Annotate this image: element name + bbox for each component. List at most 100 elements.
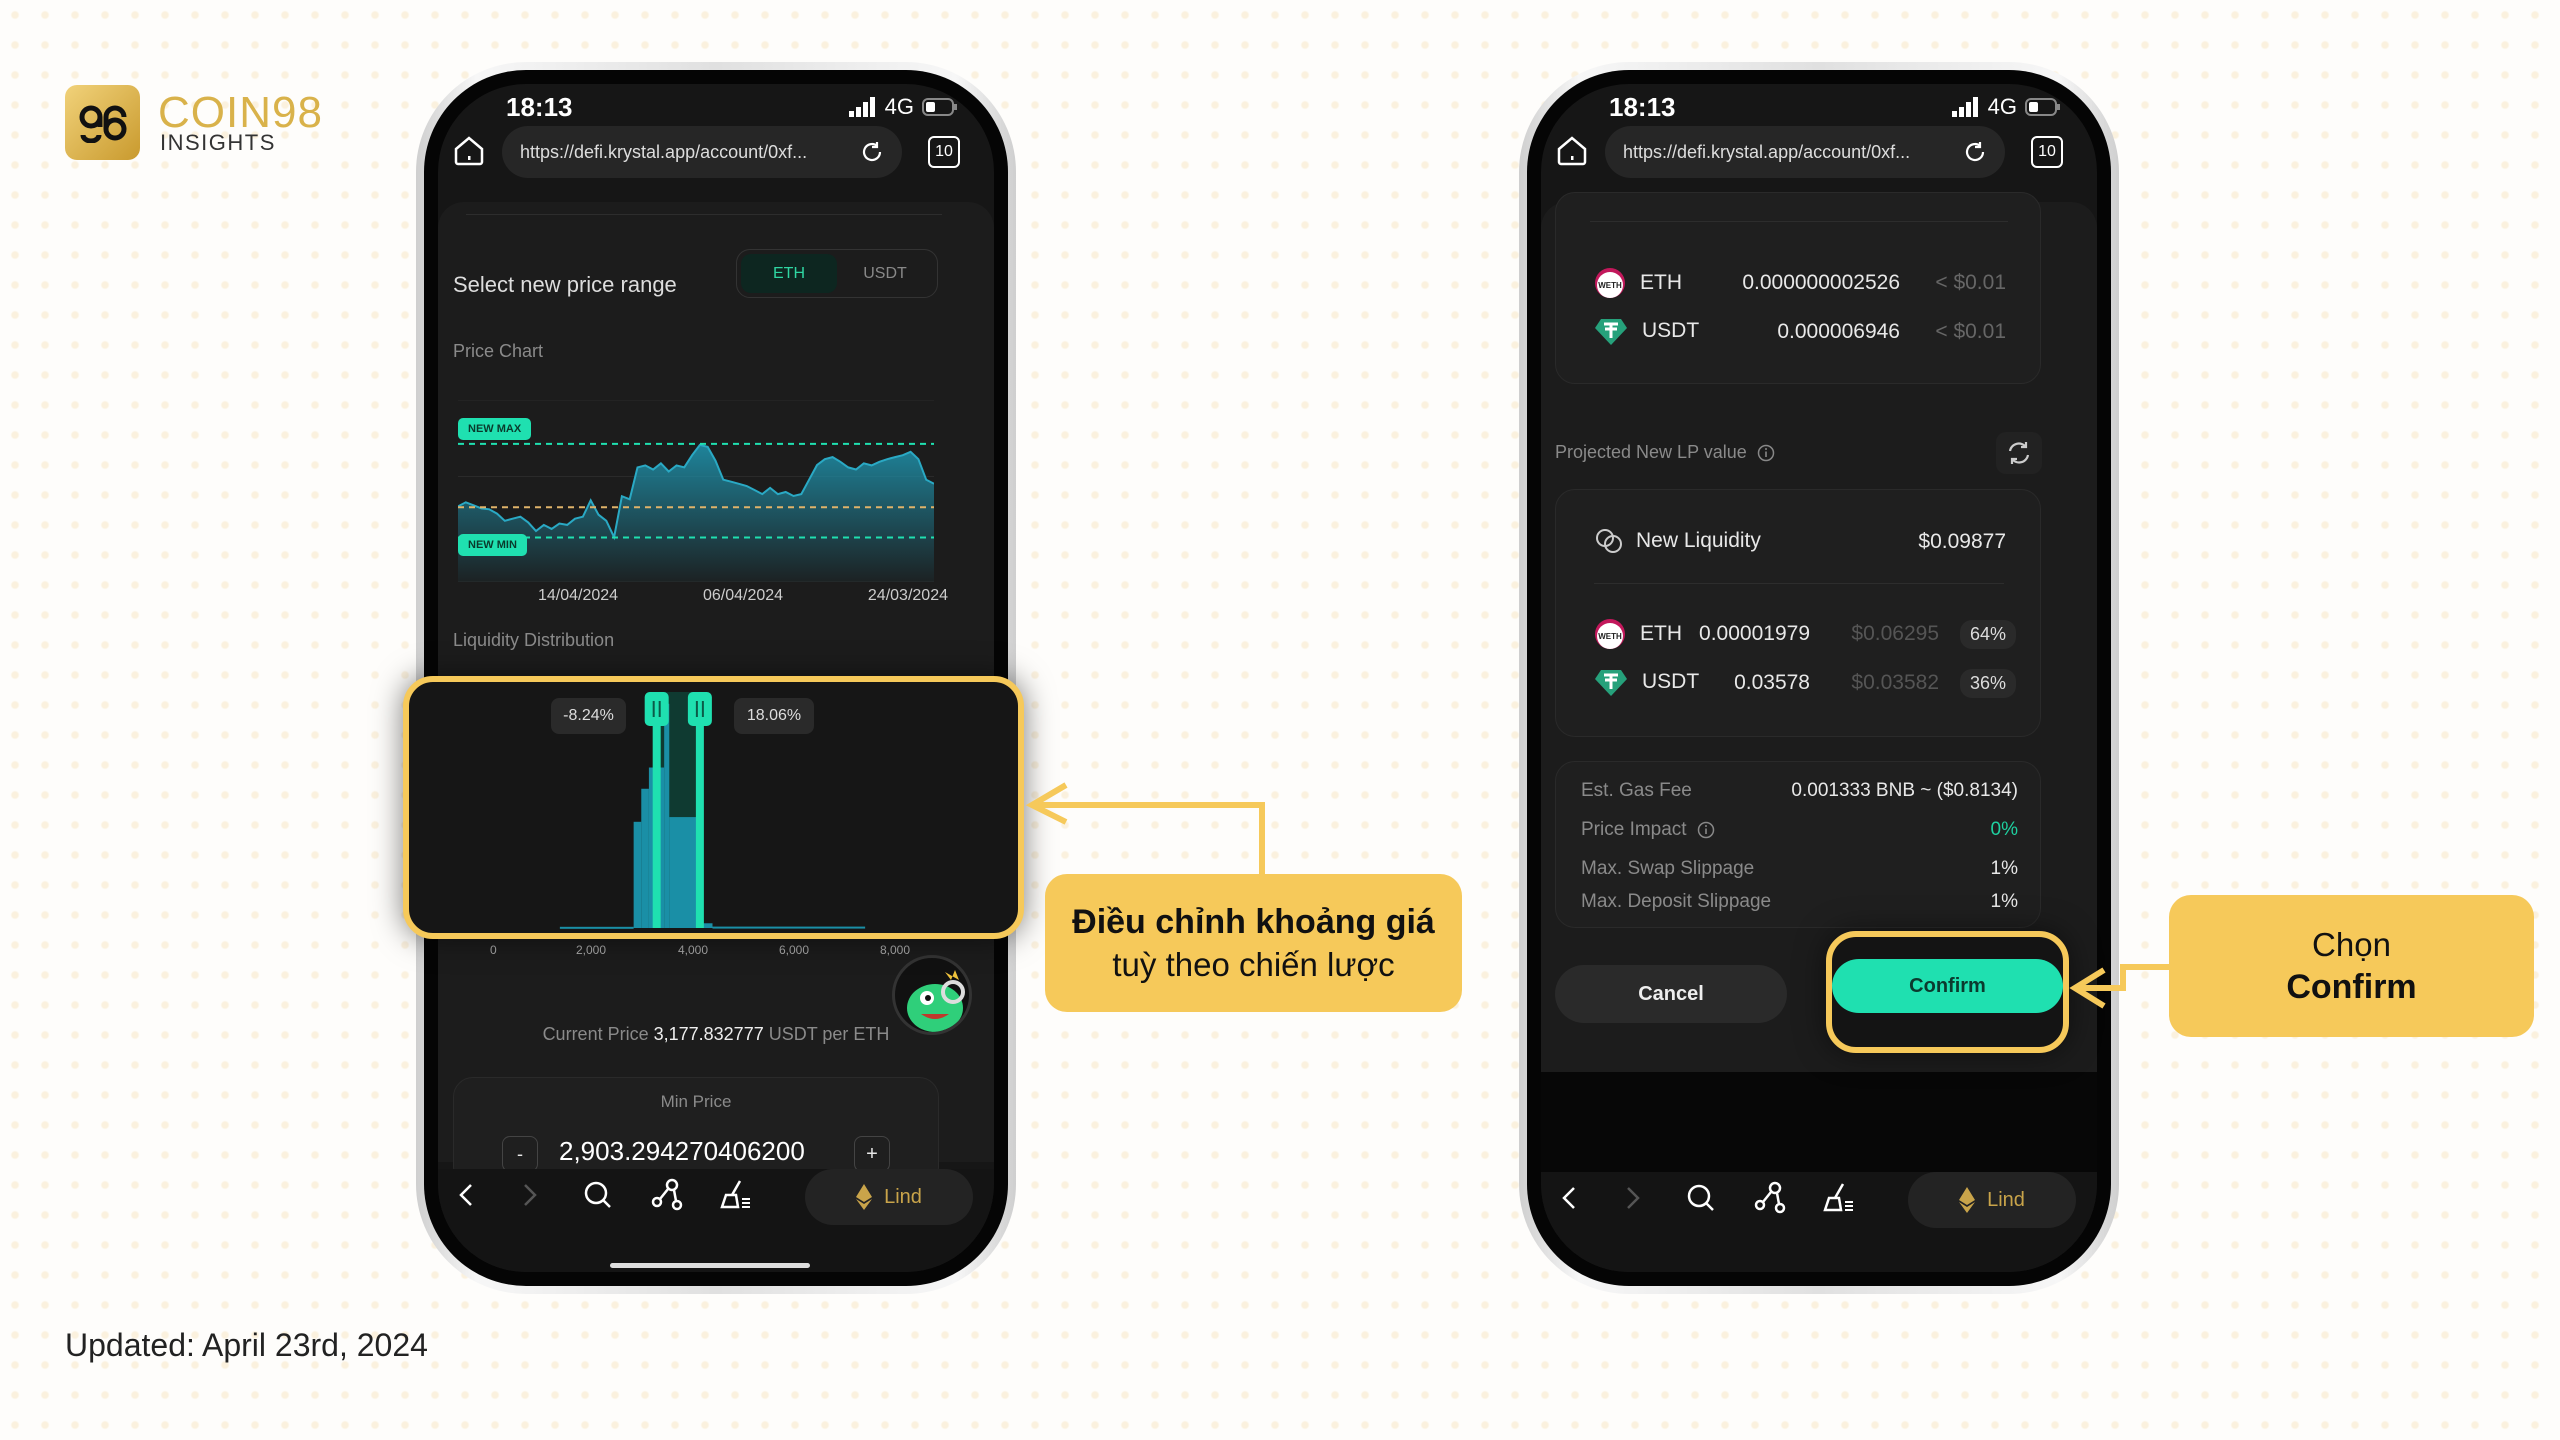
- new-liquidity-value: $0.09877: [1918, 530, 2006, 553]
- token-share: 36%: [1959, 669, 2016, 698]
- connections-icon[interactable]: [1753, 1180, 1787, 1214]
- updated-date: Updated: April 23rd, 2024: [65, 1327, 428, 1363]
- token-symbol: USDT: [1642, 319, 1700, 342]
- refresh-button[interactable]: [1996, 432, 2042, 474]
- fee-value: 0.001333 BNB ~ ($0.8134): [1791, 780, 2018, 801]
- fee-value: 1%: [1990, 858, 2018, 879]
- forward-icon[interactable]: [1619, 1184, 1647, 1212]
- ethereum-icon: [856, 1184, 873, 1210]
- back-icon[interactable]: [452, 1181, 480, 1209]
- svg-text:WETH: WETH: [1598, 632, 1622, 641]
- forward-icon[interactable]: [516, 1181, 544, 1209]
- info-icon[interactable]: [1697, 821, 1715, 839]
- arrow-line: [1036, 802, 1265, 874]
- network-label: 4G: [1987, 94, 2017, 119]
- status-bar: 4G: [1951, 94, 2061, 120]
- wallet-label: Lind: [1987, 1188, 2025, 1211]
- token-symbol: ETH: [1640, 271, 1682, 294]
- token-symbol: USDT: [1642, 670, 1700, 693]
- token-row: WETH ETH: [1594, 618, 1682, 650]
- bottom-nav: Lind: [1541, 1172, 2097, 1272]
- range-min-line: [652, 712, 661, 928]
- info-icon[interactable]: [1757, 444, 1775, 462]
- min-price-label: Min Price: [660, 1092, 732, 1111]
- liquidity-bar: [641, 788, 649, 928]
- toggle-usdt[interactable]: USDT: [837, 254, 933, 293]
- liquidity-bar: [664, 703, 670, 928]
- clean-icon[interactable]: [1821, 1180, 1855, 1214]
- new-max-label: NEW MAX: [458, 418, 532, 440]
- divider: [1590, 221, 2008, 222]
- axis-tick: 0: [490, 943, 497, 957]
- token-usd: < $0.01: [1935, 271, 2006, 294]
- current-price-unit: USDT per ETH: [768, 1024, 890, 1044]
- token-amount: 0.03578: [1734, 671, 1810, 694]
- confirm-button[interactable]: Confirm: [1832, 959, 2063, 1013]
- status-bar: 4G: [848, 94, 958, 120]
- fee-label: Est. Gas Fee: [1581, 780, 1692, 802]
- increase-button[interactable]: +: [854, 1136, 890, 1172]
- date-tick: 14/04/2024: [538, 587, 619, 604]
- connections-icon[interactable]: [650, 1177, 684, 1211]
- reload-icon[interactable]: [860, 140, 884, 164]
- ethereum-icon: [1959, 1187, 1976, 1213]
- status-time: 18:13: [1609, 92, 1676, 122]
- divider: [1594, 583, 2004, 584]
- axis-tick: 6,000: [779, 943, 810, 957]
- date-axis: 14/04/2024 06/04/2024 24/03/2024: [538, 587, 948, 605]
- back-icon[interactable]: [1555, 1184, 1583, 1212]
- tabs-button[interactable]: 10: [928, 136, 960, 168]
- current-position-card: WETH ETH 0.000000002526 < $0.01 USDT 0.000…: [1555, 192, 2041, 384]
- home-icon[interactable]: [1555, 134, 1589, 168]
- search-icon[interactable]: [1685, 1182, 1717, 1214]
- liquidity-bar: [559, 926, 634, 929]
- callout-adjust-range: Điều chỉnh khoảng giá tuỳ theo chiến lượ…: [1045, 874, 1462, 1012]
- date-tick: 24/03/2024: [867, 587, 948, 604]
- date-tick: 06/04/2024: [702, 587, 784, 604]
- callout-bold: Confirm: [2286, 967, 2417, 1006]
- token-symbol: ETH: [1640, 622, 1682, 645]
- min-price-input[interactable]: 2,903.294270406200: [559, 1136, 805, 1167]
- axis-tick: 2,000: [576, 943, 607, 957]
- token-row: WETH ETH: [1594, 267, 1682, 299]
- callout-confirm: Chọn Confirm: [2169, 895, 2534, 1037]
- toggle-eth[interactable]: ETH: [741, 254, 837, 293]
- token-usd: $0.06295: [1851, 622, 1939, 645]
- range-max-handle[interactable]: [687, 692, 712, 726]
- fee-label: Max. Swap Slippage: [1581, 858, 1754, 880]
- wallet-button[interactable]: Lind: [1908, 1172, 2076, 1228]
- home-indicator: [610, 1263, 810, 1268]
- fee-card: Est. Gas Fee 0.001333 BNB ~ ($0.8134) Pri…: [1555, 761, 2041, 928]
- current-price-value: 3,177.832777: [653, 1024, 764, 1044]
- url-bar[interactable]: https://defi.krystal.app/account/0xf...: [1605, 126, 2005, 178]
- range-max-line: [695, 712, 704, 928]
- liquidity-bar: [633, 821, 642, 928]
- coin98-logo: [65, 85, 140, 160]
- network-label: 4G: [884, 94, 914, 119]
- search-icon[interactable]: [582, 1179, 614, 1211]
- reload-icon[interactable]: [1963, 140, 1987, 164]
- axis-tick: 4,000: [678, 943, 709, 957]
- callout-bold: Điều chỉnh khoảng giá: [1072, 902, 1435, 941]
- weth-icon: WETH: [1595, 268, 1625, 298]
- token-row: USDT: [1594, 316, 1699, 346]
- range-min-handle[interactable]: [644, 692, 669, 726]
- usdt-icon: [1595, 670, 1627, 696]
- wallet-button[interactable]: Lind: [805, 1169, 973, 1225]
- cancel-button[interactable]: Cancel: [1555, 965, 1787, 1023]
- tabs-button[interactable]: 10: [2031, 136, 2063, 168]
- url-bar[interactable]: https://defi.krystal.app/account/0xf...: [502, 126, 902, 178]
- section-title: Select new price range: [453, 272, 677, 297]
- decrease-button[interactable]: -: [502, 1136, 538, 1172]
- url-text: https://defi.krystal.app/account/0xf...: [520, 141, 808, 162]
- token-share: 64%: [1959, 620, 2016, 649]
- wallet-label: Lind: [884, 1185, 922, 1208]
- fee-label: Max. Deposit Slippage: [1581, 891, 1771, 913]
- fee-label-text: Max. Deposit Slippage: [1581, 891, 1772, 912]
- clean-icon[interactable]: [718, 1177, 752, 1211]
- home-icon[interactable]: [452, 134, 486, 168]
- mascot-avatar[interactable]: [892, 955, 972, 1035]
- token-amount: 0.000006946: [1777, 320, 1900, 343]
- current-price-label: Current Price: [542, 1024, 649, 1044]
- arrow-head: [1025, 782, 1068, 825]
